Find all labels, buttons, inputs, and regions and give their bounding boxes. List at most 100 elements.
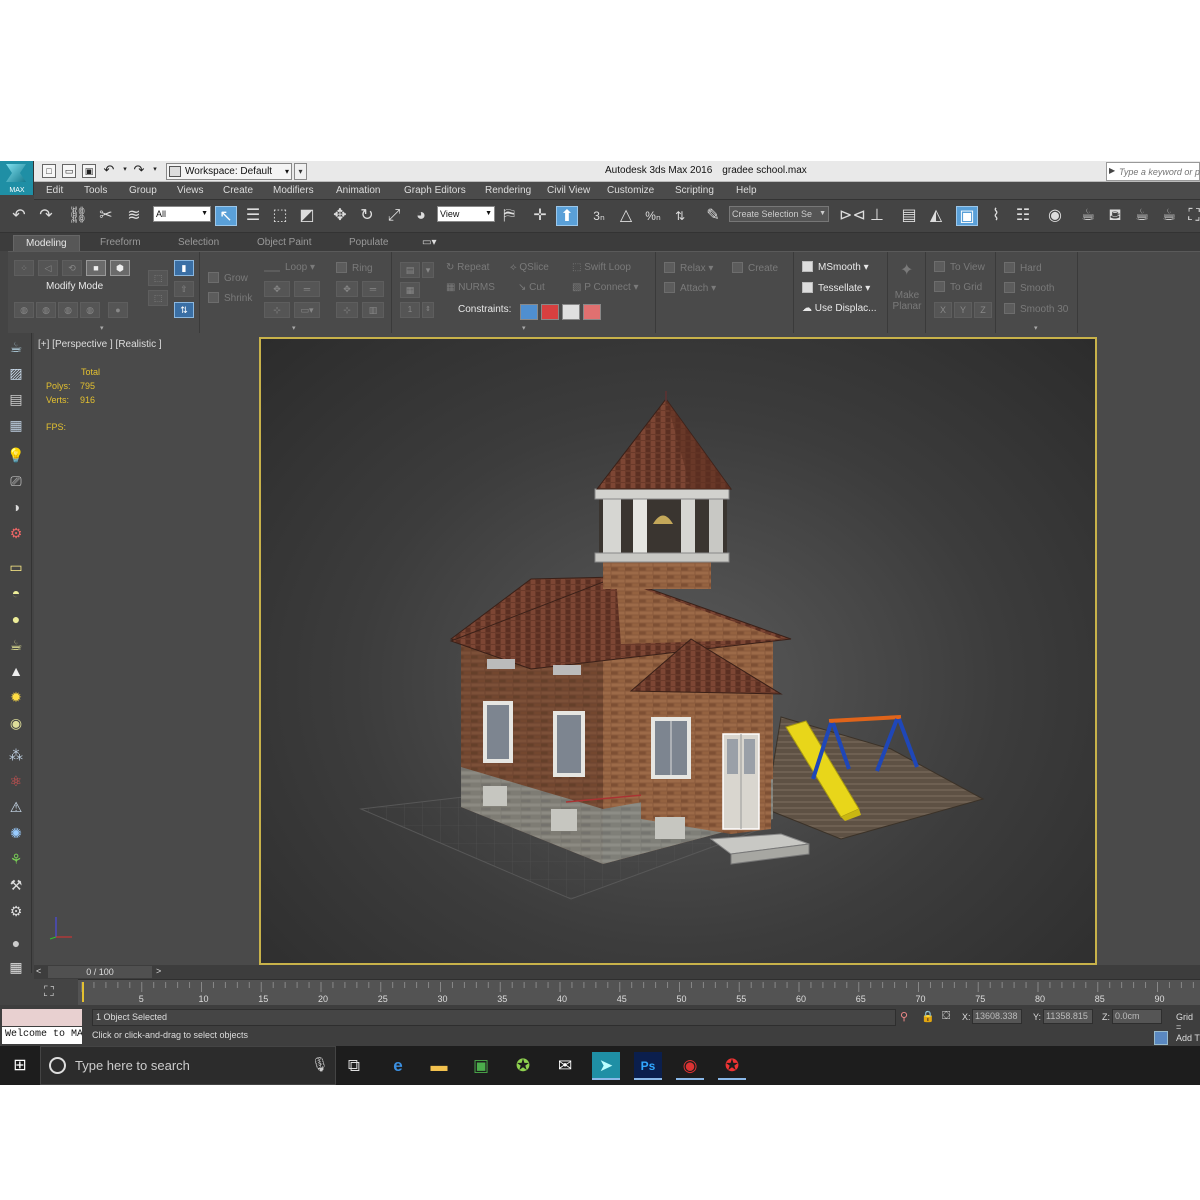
mail-icon[interactable]: ✉ — [551, 1052, 579, 1080]
p-connect-button[interactable]: ▧ P Connect ▾ — [572, 282, 639, 293]
preview-multi-icon[interactable]: ◍ — [80, 302, 100, 318]
msmooth-button[interactable]: MSmooth ▾ — [802, 261, 869, 273]
panel-expand-icon[interactable]: ▾ — [100, 324, 104, 332]
search-input[interactable] — [1119, 164, 1200, 179]
x-coordinate-field[interactable]: 13608.338 — [972, 1009, 1022, 1024]
select-by-name-icon[interactable]: ☰ — [242, 206, 264, 226]
menu-edit[interactable]: Edit — [46, 185, 63, 196]
render-iterative-icon[interactable]: ☕ — [1158, 206, 1180, 226]
window-crossing-icon[interactable]: ◩ — [296, 206, 318, 226]
maps-icon[interactable]: ▣ — [467, 1052, 495, 1080]
hard-button[interactable]: Hard — [1004, 262, 1042, 274]
particles-icon[interactable]: ⁂ — [5, 745, 27, 765]
workspace-dropdown[interactable]: Workspace: Default ▾ — [166, 163, 292, 180]
border-icon[interactable]: ⟲ — [62, 260, 82, 276]
bind-space-warp-icon[interactable]: ≋ — [123, 206, 145, 226]
rectangular-selection-icon[interactable]: ⬚ — [269, 206, 291, 226]
collapse-stack-icon[interactable]: ◍ — [14, 302, 34, 318]
panel-expand-icon[interactable]: ▾ — [1034, 324, 1038, 332]
y-coordinate-field[interactable]: 11358.815 — [1043, 1009, 1093, 1024]
angle-snap-icon[interactable]: △ — [615, 206, 637, 226]
loop-grow-icon[interactable]: ✥ — [264, 281, 290, 297]
reference-coordinate-dropdown[interactable]: View ▼ — [437, 206, 495, 222]
use-displacement-button[interactable]: ☁ Use Displac... — [802, 303, 876, 314]
menu-customize[interactable]: Customize — [607, 185, 654, 196]
select-rotate-icon[interactable]: ↻ — [356, 206, 378, 226]
align-y-button[interactable]: Y — [954, 302, 972, 318]
light-icon[interactable]: 💡 — [5, 445, 27, 465]
constraint-edge-icon[interactable] — [541, 304, 559, 320]
select-move-icon[interactable]: ✥ — [329, 206, 351, 226]
application-menu-button[interactable]: MAX — [0, 161, 34, 195]
xbox-icon[interactable]: ✪ — [509, 1052, 537, 1080]
taskbar-search[interactable]: Type here to search 🎙 — [40, 1046, 336, 1085]
selection-lock-icon[interactable]: 🔒 — [921, 1010, 935, 1023]
spinner-input[interactable]: 1 — [400, 302, 420, 318]
show-end-result-icon[interactable]: ⬚ — [148, 270, 168, 286]
rendered-frame-window-icon[interactable]: ⛾ — [1104, 206, 1126, 226]
menu-modifiers[interactable]: Modifiers — [273, 185, 314, 196]
menu-group[interactable]: Group — [129, 185, 157, 196]
photoshop-icon[interactable]: Ps — [634, 1052, 662, 1080]
3ds-max-taskbar-icon[interactable]: ➤ — [592, 1052, 620, 1080]
select-scale-icon[interactable]: ⤢ — [383, 206, 405, 226]
repeat-button[interactable]: ↻ Repeat — [446, 262, 489, 273]
autodesk-app-icon[interactable]: ✪ — [718, 1052, 746, 1080]
undo-icon[interactable]: ↶ — [102, 163, 116, 178]
time-slider-prev-icon[interactable]: < — [36, 966, 41, 976]
modify-icon[interactable]: ▨ — [5, 363, 27, 383]
menu-civil-view[interactable]: Civil View — [547, 185, 590, 196]
spacewarp-icon[interactable]: ⚙ — [5, 523, 27, 543]
nurms-button[interactable]: ▦ NURMS — [446, 282, 495, 293]
ribbon-options-icon[interactable]: ▭▾ — [410, 235, 448, 251]
app-red-icon[interactable]: ◉ — [676, 1052, 704, 1080]
menu-rendering[interactable]: Rendering — [485, 185, 531, 196]
hemisphere-icon[interactable]: ◓ — [5, 583, 27, 603]
geosphere-icon[interactable]: ◉ — [5, 713, 27, 733]
constraint-face-icon[interactable] — [562, 304, 580, 320]
ring-button[interactable]: Ring — [336, 262, 373, 274]
select-place-icon[interactable]: ◕ — [410, 206, 432, 226]
tessellate-button[interactable]: Tessellate ▾ — [802, 282, 870, 294]
tab-freeform[interactable]: Freeform — [88, 235, 153, 251]
camera-icon[interactable]: ⎚ — [5, 471, 27, 491]
menu-animation[interactable]: Animation — [336, 185, 380, 196]
render-setup-icon[interactable]: ☕ — [1077, 206, 1099, 226]
layer-explorer-icon[interactable]: ▤ — [898, 206, 920, 226]
edge-icon[interactable]: e — [384, 1052, 412, 1080]
pin-stack-icon[interactable]: ▮ — [174, 260, 194, 276]
menu-graph-editors[interactable]: Graph Editors — [404, 185, 466, 196]
element-icon[interactable]: ⬢ — [110, 260, 130, 276]
qslice-button[interactable]: ⟡ QSlice — [510, 262, 549, 273]
open-file-icon[interactable]: ▭ — [62, 164, 76, 178]
menu-scripting[interactable]: Scripting — [675, 185, 714, 196]
align-x-button[interactable]: X — [934, 302, 952, 318]
preview-off-icon[interactable]: ◍ — [36, 302, 56, 318]
current-frame-marker[interactable] — [82, 982, 84, 1002]
foliage-icon[interactable]: ⚘ — [5, 849, 27, 869]
teapot-icon[interactable]: ☕ — [5, 337, 27, 357]
isolate-selection-icon[interactable]: ⚲ — [900, 1010, 908, 1023]
keyboard-shortcut-override-icon[interactable]: ⬆ — [556, 206, 578, 226]
polygon-icon[interactable]: ■ — [86, 260, 106, 276]
constraint-normal-icon[interactable] — [583, 304, 601, 320]
selection-filter-dropdown[interactable]: All ▼ — [153, 206, 211, 222]
quick-access-more-icon[interactable]: ▾ — [294, 163, 307, 180]
loop-dot-icon[interactable]: ▭▾ — [294, 302, 320, 318]
maxscript-listener-top[interactable] — [2, 1009, 82, 1026]
next-modifier-icon[interactable]: ⇧ — [174, 281, 194, 297]
panel-expand-icon[interactable]: ▾ — [292, 324, 296, 332]
windows-start-icon[interactable]: ⊞ — [6, 1052, 34, 1080]
align-icon[interactable]: ⊥ — [866, 206, 888, 226]
edit-named-selection-icon[interactable]: ✎ — [702, 206, 724, 226]
preserve-uvs-icon[interactable]: ▤ — [400, 262, 420, 278]
previous-modifier-icon[interactable]: ⇅ — [174, 302, 194, 318]
tab-object-paint[interactable]: Object Paint — [245, 235, 323, 251]
link-icon[interactable]: ⛓ — [67, 206, 89, 226]
helper-icon[interactable]: ◑ — [5, 497, 27, 517]
named-selection-dropdown[interactable]: Create Selection Se ▼ — [729, 206, 829, 222]
render-production-icon[interactable]: ☕ — [1131, 206, 1153, 226]
molecule-icon[interactable]: ⚛ — [5, 771, 27, 791]
undo-dropdown-icon[interactable]: ▾ — [118, 164, 132, 178]
snaps-toggle-icon[interactable]: 3ₙ — [588, 206, 610, 226]
